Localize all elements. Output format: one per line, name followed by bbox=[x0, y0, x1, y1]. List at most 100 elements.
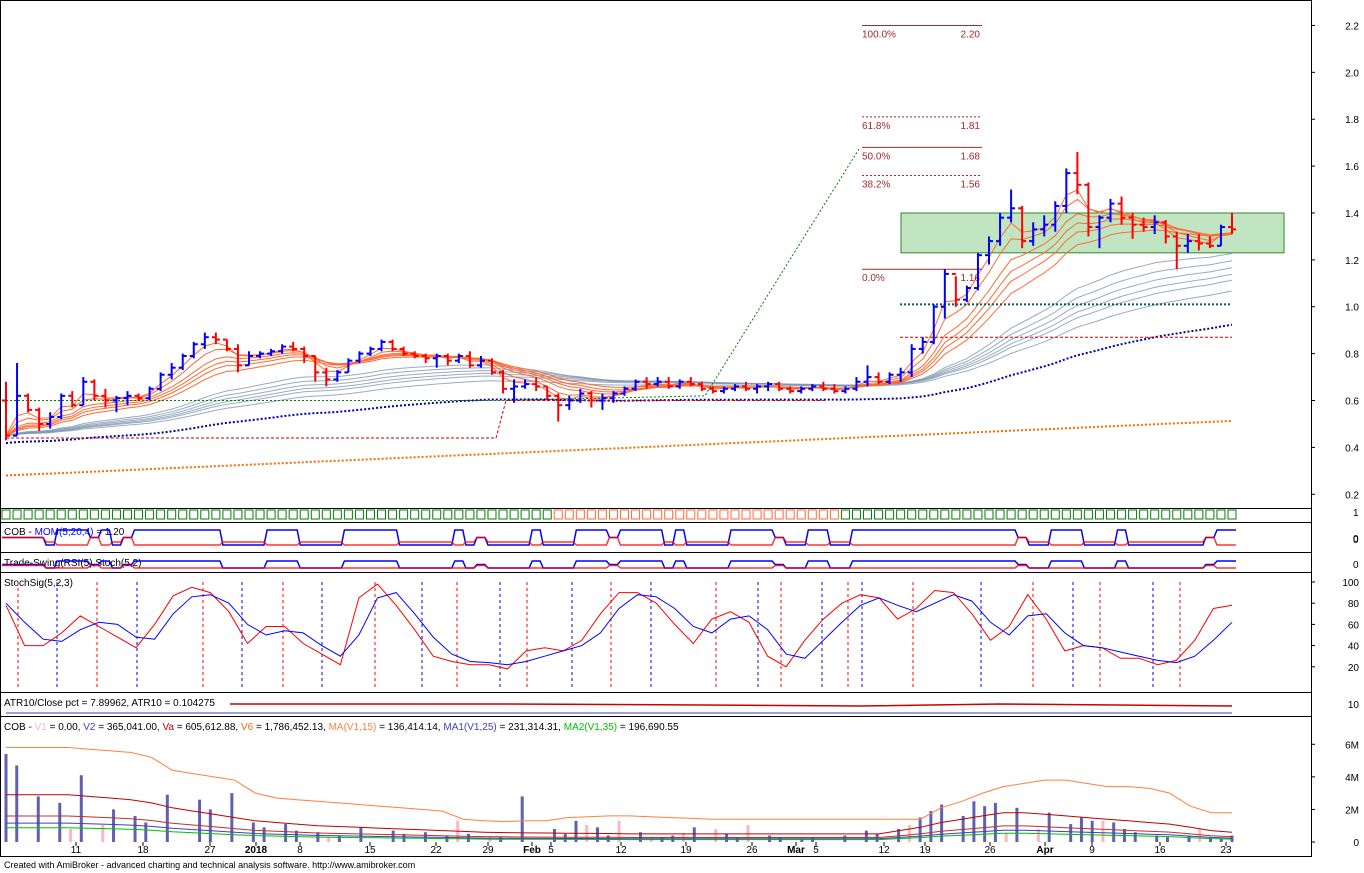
volume-title-part: MA(V1,15) bbox=[329, 722, 377, 733]
long-ma-line bbox=[5, 267, 1233, 437]
signal-cell bbox=[145, 509, 155, 520]
price-tick-label: 2.2 bbox=[1345, 21, 1359, 32]
signal-cell bbox=[56, 509, 66, 520]
signal-cell bbox=[1050, 509, 1060, 520]
signal-cell bbox=[233, 509, 243, 520]
signal-cell bbox=[211, 509, 221, 520]
signal-cell bbox=[1227, 509, 1237, 520]
signal-cell bbox=[1028, 509, 1038, 520]
panel-frame-ind2 bbox=[0, 522, 1312, 553]
signal-cell bbox=[421, 509, 431, 520]
fib-percent-label: 38.2% bbox=[862, 179, 890, 190]
trend-dotted-line bbox=[6, 147, 861, 402]
signal-cell bbox=[973, 509, 983, 520]
signal-cell bbox=[1150, 509, 1160, 520]
signal-cell bbox=[896, 509, 906, 520]
signal-cell bbox=[189, 509, 199, 520]
volume-bar-pink bbox=[1004, 833, 1008, 842]
signal-cell bbox=[642, 509, 652, 520]
signal-cell bbox=[156, 509, 166, 520]
volume-title-part: V2 bbox=[83, 722, 96, 733]
signal-cell bbox=[984, 509, 994, 520]
volume-bar bbox=[520, 796, 524, 842]
cob-mom-tick: 0 bbox=[1353, 535, 1359, 546]
price-tick-label: 1.2 bbox=[1345, 256, 1359, 267]
support-dotted-line bbox=[5, 323, 1233, 445]
volume-tick-label: 2M bbox=[1345, 805, 1359, 816]
signal-cell bbox=[244, 509, 254, 520]
fib-percent-label: 100.0% bbox=[862, 29, 896, 40]
x-tick-label: 8 bbox=[297, 845, 303, 856]
stochastic-title: StochSig(5,2,3) bbox=[4, 578, 73, 589]
stoch-tick-label: 80 bbox=[1348, 599, 1360, 610]
x-tick-label: 29 bbox=[482, 845, 494, 856]
x-tick-label: 16 bbox=[1154, 845, 1166, 856]
signal-cell bbox=[1083, 509, 1093, 520]
signal-cell bbox=[1039, 509, 1049, 520]
x-tick-label: 5 bbox=[548, 845, 554, 856]
volume-bar bbox=[972, 801, 976, 842]
volume-title-part: COB - bbox=[4, 722, 35, 733]
signal-cell bbox=[1, 509, 11, 520]
trade-swing-signal-line bbox=[2, 564, 1236, 569]
signal-cell bbox=[818, 509, 828, 520]
signal-cell bbox=[752, 509, 762, 520]
signal-cell bbox=[664, 509, 674, 520]
signal-cell bbox=[1183, 509, 1193, 520]
volume-bar bbox=[15, 765, 19, 842]
signal-cell bbox=[1117, 509, 1127, 520]
volume-bar bbox=[1165, 837, 1169, 842]
x-tick-label: 18 bbox=[137, 845, 149, 856]
signal-cell bbox=[1205, 509, 1215, 520]
signal-cell bbox=[840, 509, 850, 520]
cob-mom-panel: COB - MOM(5,20,4) = 1.20 0 bbox=[2, 527, 1359, 546]
signal-cell bbox=[78, 509, 88, 520]
stoch-d-line bbox=[5, 592, 1233, 666]
x-axis: 11 18 27 2018 8 15 22 29 Feb 5 12 19 26 Mar 5 12 19 26 Apr… bbox=[71, 842, 1232, 856]
volume-tick-label: 4M bbox=[1345, 773, 1359, 784]
price-tick-label: 1.8 bbox=[1345, 115, 1359, 126]
volume-bar bbox=[36, 796, 40, 842]
volume-bar-pink bbox=[1198, 828, 1202, 842]
signal-cell bbox=[785, 509, 795, 520]
stoch-tick-label: 40 bbox=[1348, 642, 1360, 653]
volume-title-part: = 231,314.31, bbox=[497, 722, 564, 733]
volume-panel: COB - V1 = 0.00, V2 = 365,041.00, Va = 6… bbox=[4, 722, 1359, 849]
signal-cell bbox=[1161, 509, 1171, 520]
signal-cell bbox=[1017, 509, 1027, 520]
cob-mom-signal-line bbox=[2, 536, 1236, 546]
signal-cell bbox=[67, 509, 77, 520]
volume-bar bbox=[983, 806, 987, 842]
volume-title-part: V6 bbox=[241, 722, 254, 733]
volume-bar bbox=[918, 817, 922, 842]
volume-title-part: = 605,612.88, bbox=[174, 722, 241, 733]
long-ma-line bbox=[5, 253, 1233, 437]
signal-cell bbox=[620, 509, 630, 520]
volume-bar-pink bbox=[101, 824, 105, 842]
signal-cell bbox=[774, 509, 784, 520]
x-tick-label: 15 bbox=[364, 845, 376, 856]
x-tick-label: 22 bbox=[430, 845, 442, 856]
x-tick-label: 11 bbox=[71, 845, 82, 856]
signal-cell bbox=[432, 509, 442, 520]
trade-swing-panel: Trade-Swing(RSI(5),Stoch(5,2) 0 bbox=[2, 558, 1359, 571]
signal-cell bbox=[542, 509, 552, 520]
volume-title-part: = 1,786,452.13, bbox=[253, 722, 328, 733]
volume-title-part: = 196,690.55 bbox=[617, 722, 679, 733]
volume-bar bbox=[563, 833, 567, 842]
signal-cell bbox=[829, 509, 839, 520]
signal-cell bbox=[885, 509, 895, 520]
signal-cell bbox=[487, 509, 497, 520]
signal-cell bbox=[597, 509, 607, 520]
signal-cell bbox=[277, 509, 287, 520]
signal-cell bbox=[719, 509, 729, 520]
signal-cell bbox=[100, 509, 110, 520]
volume-title-part: MA2(V1,35) bbox=[564, 722, 617, 733]
x-tick-label: Feb bbox=[523, 845, 541, 856]
atr-line bbox=[230, 703, 1233, 707]
signal-cell bbox=[222, 509, 232, 520]
volume-bar bbox=[4, 754, 8, 842]
price-tick-label: 1.4 bbox=[1345, 209, 1359, 220]
signal-cell bbox=[763, 509, 773, 520]
fib-percent-label: 61.8% bbox=[862, 121, 890, 132]
